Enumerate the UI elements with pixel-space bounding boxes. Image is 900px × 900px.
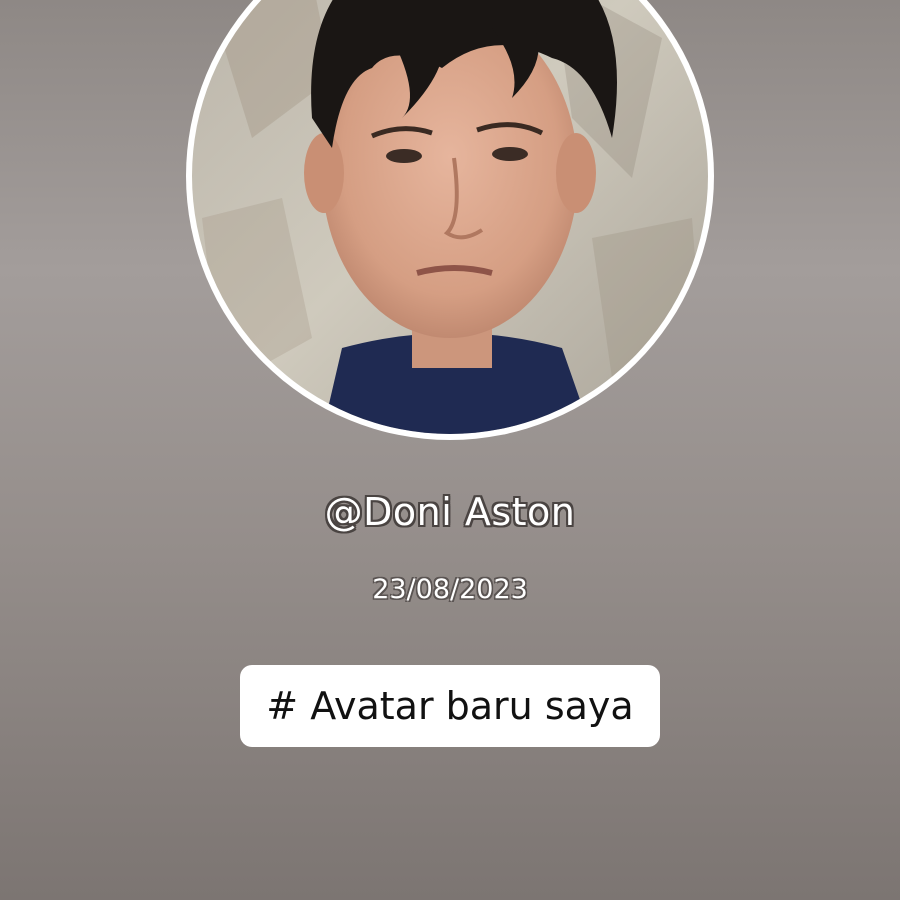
profile-photo-icon [192, 0, 708, 434]
avatar[interactable] [192, 0, 708, 434]
username: @Doni Aston [324, 490, 576, 534]
hashtag-badge[interactable]: # Avatar baru saya [240, 665, 660, 747]
avatar-frame [186, 0, 714, 440]
hashtag-text: # Avatar baru saya [266, 684, 634, 728]
post-date: 23/08/2023 [372, 574, 528, 605]
